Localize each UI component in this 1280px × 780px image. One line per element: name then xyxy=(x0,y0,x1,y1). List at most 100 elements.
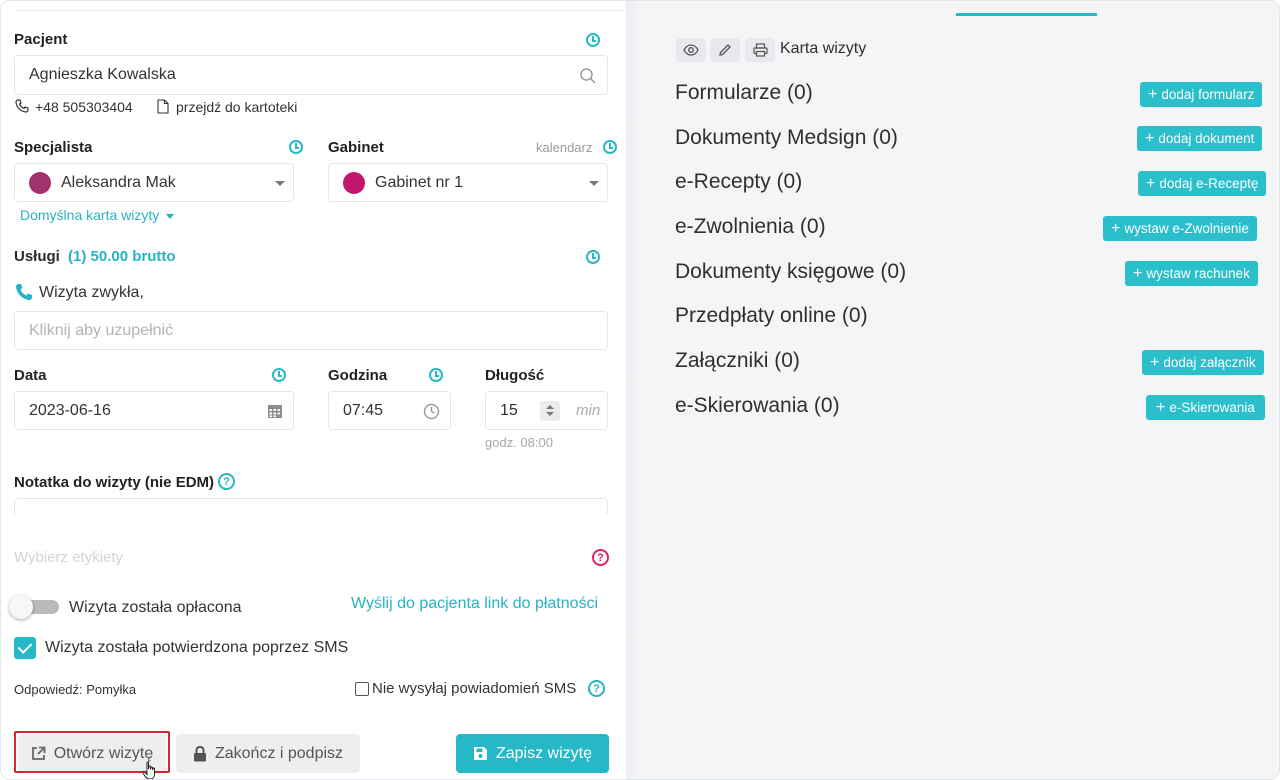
finish-sign-label: Zakończ i podpisz xyxy=(214,744,344,762)
services-input[interactable]: Kliknij aby uzupełnić xyxy=(14,311,608,350)
section-sick-leave-title: e-Zwolnienia (0) xyxy=(675,215,826,238)
date-label: Data xyxy=(14,367,47,384)
specialist-select[interactable]: Aleksandra Mak xyxy=(14,163,294,202)
hand-cursor-icon xyxy=(142,761,155,779)
plus-icon: + xyxy=(1150,353,1160,371)
specialist-color-dot xyxy=(29,171,51,194)
plus-icon: + xyxy=(1146,174,1156,192)
document-icon xyxy=(157,99,169,114)
search-icon xyxy=(580,68,596,84)
duration-end-hint: godz. 08:00 xyxy=(485,435,553,450)
add-document-button[interactable]: + dodaj dokument xyxy=(1137,126,1263,151)
visit-form-panel: Pacjent Agnieszka Kowalska +48 505303404… xyxy=(1,1,626,779)
duration-input[interactable]: 15 min xyxy=(485,391,608,430)
top-divider xyxy=(15,10,626,11)
add-attachment-label: dodaj załącznik xyxy=(1163,355,1256,370)
add-prescription-button[interactable]: + dodaj e-Receptę xyxy=(1138,171,1267,196)
stepper-down-icon[interactable] xyxy=(546,412,554,416)
office-color-dot xyxy=(343,171,365,194)
card-title: Karta wizyty xyxy=(780,40,867,57)
duration-label: Długość xyxy=(485,367,545,384)
calendar-icon[interactable] xyxy=(267,403,283,419)
save-icon xyxy=(473,747,487,760)
default-card-label: Domyślna karta wizyty xyxy=(20,207,160,223)
phone-icon xyxy=(15,99,29,113)
no-sms-help-icon[interactable]: ? xyxy=(588,680,605,697)
chevron-down-icon xyxy=(589,181,599,186)
patient-search-input[interactable]: Agnieszka Kowalska xyxy=(14,55,608,95)
paid-label: Wizyta została opłacona xyxy=(69,599,242,616)
office-select[interactable]: Gabinet nr 1 xyxy=(328,163,608,202)
patient-chart-link[interactable]: przejdź do kartoteki xyxy=(176,99,297,115)
sms-reply: Odpowiedź: Pomyłka xyxy=(14,682,137,697)
no-sms-label: Nie wysyłaj powiadomień SMS xyxy=(372,680,577,697)
plus-icon: + xyxy=(1111,219,1121,237)
sms-confirmed-checkbox[interactable] xyxy=(14,637,36,659)
caret-down-icon xyxy=(166,213,175,219)
add-referral-label: e-Skierowania xyxy=(1169,400,1255,415)
time-value: 07:45 xyxy=(343,401,384,419)
issue-sick-leave-label: wystaw e-Zwolnienie xyxy=(1124,221,1249,236)
add-document-label: dodaj dokument xyxy=(1158,131,1255,146)
patient-phone[interactable]: +48 505303404 xyxy=(35,99,133,115)
edit-button[interactable] xyxy=(710,38,740,62)
note-help-icon[interactable]: ? xyxy=(218,473,235,490)
section-forms-title: Formularze (0) xyxy=(675,81,813,104)
note-textarea[interactable] xyxy=(14,498,608,514)
add-prescription-label: dodaj e-Receptę xyxy=(1159,176,1259,191)
pencil-icon xyxy=(719,44,731,56)
patient-label: Pacjent xyxy=(14,31,68,48)
office-label: Gabinet xyxy=(328,139,384,156)
add-referral-button[interactable]: + e-Skierowania xyxy=(1146,395,1265,420)
patient-history-icon[interactable] xyxy=(586,33,600,47)
no-sms-checkbox[interactable] xyxy=(355,682,369,696)
payment-link[interactable]: Wyślij do pacjenta link do płatności xyxy=(351,595,598,613)
visit-dialog: Pacjent Agnieszka Kowalska +48 505303404… xyxy=(0,0,1280,780)
services-label: Usługi xyxy=(14,248,60,265)
section-prescriptions-title: e-Recepty (0) xyxy=(675,170,803,193)
tags-help-icon[interactable]: ? xyxy=(592,549,609,566)
time-label: Godzina xyxy=(328,367,388,384)
save-visit-button[interactable]: Zapisz wizytę xyxy=(456,734,609,773)
panel-divider xyxy=(626,1,642,779)
visit-card-panel xyxy=(642,1,1279,779)
services-header: Usługi (1) 50.00 brutto xyxy=(14,248,176,265)
eye-icon xyxy=(683,44,699,56)
clock-icon[interactable] xyxy=(423,403,440,420)
date-input[interactable]: 2023-06-16 xyxy=(14,391,294,430)
specialist-label: Specjalista xyxy=(14,139,93,156)
print-button[interactable] xyxy=(745,38,775,62)
plus-icon: + xyxy=(1156,398,1166,416)
add-attachment-button[interactable]: + dodaj załącznik xyxy=(1142,350,1264,375)
office-history-icon[interactable] xyxy=(603,140,617,154)
issue-invoice-label: wystaw rachunek xyxy=(1146,266,1250,281)
lock-icon xyxy=(193,745,206,761)
preview-button[interactable] xyxy=(676,38,706,62)
time-history-icon[interactable] xyxy=(429,368,443,382)
sms-confirmed-label: Wizyta została potwierdzona poprzez SMS xyxy=(45,639,349,656)
section-accounting-title: Dokumenty księgowe (0) xyxy=(675,260,907,283)
plus-icon: + xyxy=(1145,129,1155,147)
stepper-up-icon[interactable] xyxy=(546,405,554,409)
tags-placeholder[interactable]: Wybierz etykiety xyxy=(14,549,123,566)
issue-invoice-button[interactable]: + wystaw rachunek xyxy=(1125,261,1258,286)
time-input[interactable]: 07:45 xyxy=(328,391,451,430)
specialist-history-icon[interactable] xyxy=(289,140,303,154)
chevron-down-icon xyxy=(275,181,285,186)
printer-icon xyxy=(752,43,768,57)
paid-toggle[interactable] xyxy=(9,595,59,619)
add-form-button[interactable]: + dodaj formularz xyxy=(1140,82,1263,107)
services-summary[interactable]: (1) 50.00 brutto xyxy=(68,248,176,265)
calendar-link[interactable]: kalendarz xyxy=(536,140,592,155)
note-label: Notatka do wizyty (nie EDM) xyxy=(14,474,215,491)
issue-sick-leave-button[interactable]: + wystaw e-Zwolnienie xyxy=(1103,216,1257,241)
services-history-icon[interactable] xyxy=(586,250,600,264)
section-referrals-title: e-Skierowania (0) xyxy=(675,394,840,417)
finish-sign-button[interactable]: Zakończ i podpisz xyxy=(176,734,360,773)
duration-stepper[interactable] xyxy=(540,401,560,421)
services-placeholder: Kliknij aby uzupełnić xyxy=(29,321,174,339)
date-value: 2023-06-16 xyxy=(29,401,111,419)
date-history-icon[interactable] xyxy=(272,368,286,382)
default-card-dropdown[interactable]: Domyślna karta wizyty xyxy=(20,207,175,223)
plus-icon: + xyxy=(1148,85,1158,103)
